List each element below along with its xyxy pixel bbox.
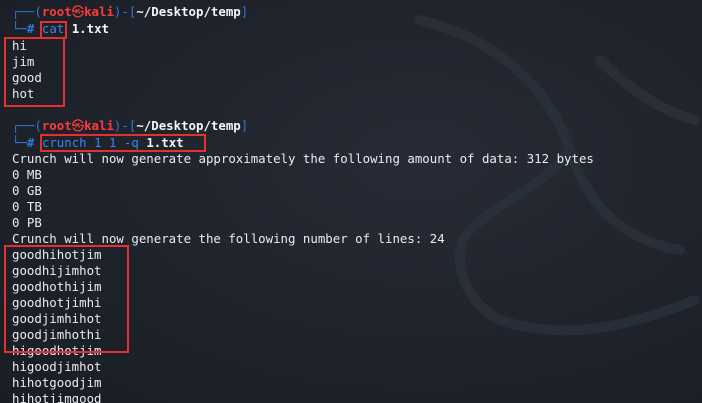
output-line: Crunch will now generate the following n… (12, 231, 445, 246)
output-line: goodjimhihot (12, 311, 102, 326)
prompt-close: ] (240, 4, 249, 19)
prompt-open: ┌──( (12, 118, 42, 133)
output-line: higoodjimhot (12, 359, 102, 374)
command-line-1[interactable]: └─# cat 1.txt (12, 21, 109, 37)
output-line: goodjimhothi (12, 327, 102, 342)
terminal-window[interactable]: ┌──(root㉿kali)-[~/Desktop/temp] └─# cat … (0, 0, 702, 403)
prompt-open: ┌──( (12, 4, 42, 19)
prompt-mid: )-[ (113, 4, 137, 19)
command-line-2[interactable]: └─# crunch 1 1 -q 1.txt (12, 135, 184, 151)
output-line: hihotgoodjim (12, 375, 102, 390)
prompt-hash-prefix: └─ (12, 135, 27, 150)
prompt-host: kali (84, 4, 114, 19)
prompt-header-2: ┌──(root㉿kali)-[~/Desktop/temp] (12, 118, 248, 134)
output-line: hot (12, 86, 35, 101)
prompt-header-1: ┌──(root㉿kali)-[~/Desktop/temp] (12, 4, 248, 20)
prompt-user: root (41, 4, 72, 19)
command-argument: 1.txt (71, 21, 110, 36)
command-text: cat (41, 21, 65, 36)
kali-dragon-watermark-icon (415, 15, 700, 336)
prompt-user: root (41, 118, 72, 133)
command-argument: 1.txt (146, 135, 184, 150)
command-text: crunch 1 1 -q (41, 135, 139, 150)
prompt-path: ~/Desktop/temp (136, 4, 241, 19)
prompt-hash-prefix: └─ (12, 21, 27, 36)
output-line: 0 TB (12, 199, 42, 214)
output-line: hihotjimgood (12, 391, 102, 403)
output-line: goodhothijim (12, 279, 102, 294)
prompt-at-symbol: ㉿ (71, 118, 85, 133)
prompt-close: ] (240, 118, 249, 133)
output-line: goodhotjimhi (12, 295, 102, 310)
output-line: Crunch will now generate approximately t… (12, 151, 594, 166)
output-line: 0 PB (12, 215, 42, 230)
output-line: jim (12, 54, 35, 69)
output-line: 0 GB (12, 183, 42, 198)
output-line: hi (12, 38, 27, 53)
prompt-path: ~/Desktop/temp (136, 118, 241, 133)
output-line: 0 MB (12, 167, 42, 182)
prompt-at-symbol: ㉿ (71, 4, 85, 19)
output-line: higoodhotjim (12, 343, 102, 358)
output-line: good (12, 70, 42, 85)
prompt-host: kali (84, 118, 114, 133)
prompt-mid: )-[ (113, 118, 137, 133)
output-line: goodhihotjim (12, 247, 102, 262)
output-line: goodhijimhot (12, 263, 102, 278)
